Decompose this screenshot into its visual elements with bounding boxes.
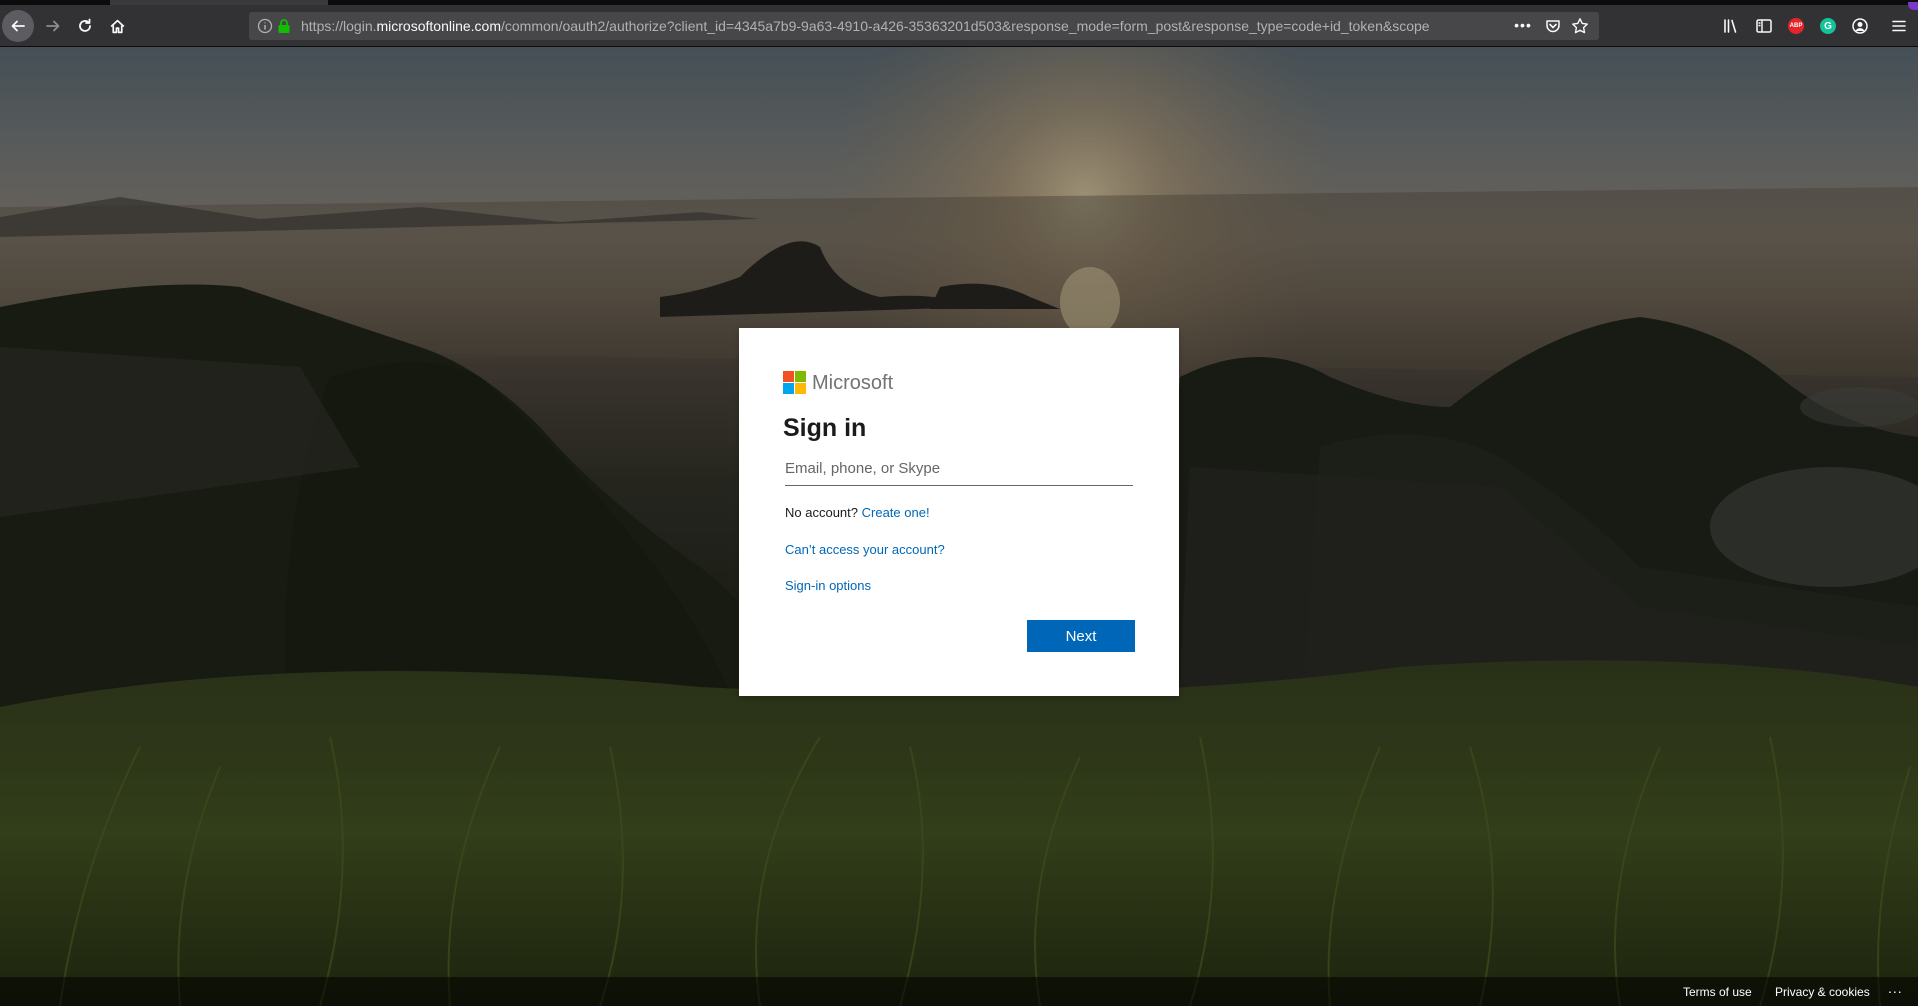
footer-more-button[interactable]: ... xyxy=(1888,980,1903,996)
info-icon[interactable] xyxy=(257,18,273,34)
no-account-text: No account? xyxy=(785,505,858,520)
account-icon xyxy=(1852,18,1868,34)
cant-access-link[interactable]: Can’t access your account? xyxy=(785,542,945,557)
url-path: /common/oauth2/authorize?client_id=4345a… xyxy=(501,18,1430,34)
signin-options-link[interactable]: Sign-in options xyxy=(785,578,871,593)
background-image: Microsoft Sign in No account? Create one… xyxy=(0,47,1918,1006)
forward-button[interactable] xyxy=(38,10,68,42)
sidebar-icon[interactable] xyxy=(1755,17,1773,35)
reload-button[interactable] xyxy=(70,10,100,42)
create-account-link[interactable]: Create one! xyxy=(862,505,930,520)
page-actions-more-icon[interactable]: ••• xyxy=(1513,18,1533,34)
page-title: Sign in xyxy=(783,414,867,442)
address-bar[interactable]: https://login.microsoftonline.com/common… xyxy=(249,12,1599,40)
url-prefix: https://login. xyxy=(301,18,377,34)
signin-card: Microsoft Sign in No account? Create one… xyxy=(739,328,1179,696)
grammarly-icon: G xyxy=(1820,18,1836,34)
browser-toolbar: https://login.microsoftonline.com/common… xyxy=(0,2,1918,47)
next-button[interactable]: Next xyxy=(1027,620,1135,652)
arrow-left-icon xyxy=(11,20,25,32)
pocket-icon[interactable] xyxy=(1545,18,1561,34)
url-host: microsoftonline.com xyxy=(376,18,502,34)
brand-name: Microsoft xyxy=(812,372,894,394)
adblock-extension-button[interactable]: ABP xyxy=(1787,17,1805,35)
arrow-right-icon xyxy=(46,20,60,32)
privacy-link[interactable]: Privacy & cookies xyxy=(1775,985,1870,999)
menu-button[interactable] xyxy=(1890,17,1908,35)
no-account-row: No account? Create one! xyxy=(785,505,930,520)
lock-icon[interactable] xyxy=(277,18,291,34)
hamburger-menu-icon xyxy=(1892,20,1906,32)
bookmark-star-icon[interactable] xyxy=(1571,17,1589,35)
terms-link[interactable]: Terms of use xyxy=(1683,985,1752,999)
url-text[interactable]: https://login.microsoftonline.com/common… xyxy=(301,12,1526,40)
adblock-icon: ABP xyxy=(1788,18,1804,34)
home-button[interactable] xyxy=(102,10,132,42)
account-button[interactable] xyxy=(1851,17,1869,35)
back-button[interactable] xyxy=(2,10,34,42)
microsoft-logo-icon xyxy=(783,371,806,394)
update-badge xyxy=(1908,2,1918,10)
grammarly-extension-button[interactable]: G xyxy=(1819,17,1837,35)
home-icon xyxy=(110,19,124,33)
reload-icon xyxy=(79,18,91,32)
microsoft-logo: Microsoft xyxy=(783,371,913,395)
footer: Terms of use Privacy & cookies ... xyxy=(0,977,1918,1006)
library-icon[interactable] xyxy=(1722,17,1740,35)
email-field[interactable] xyxy=(785,452,1133,486)
